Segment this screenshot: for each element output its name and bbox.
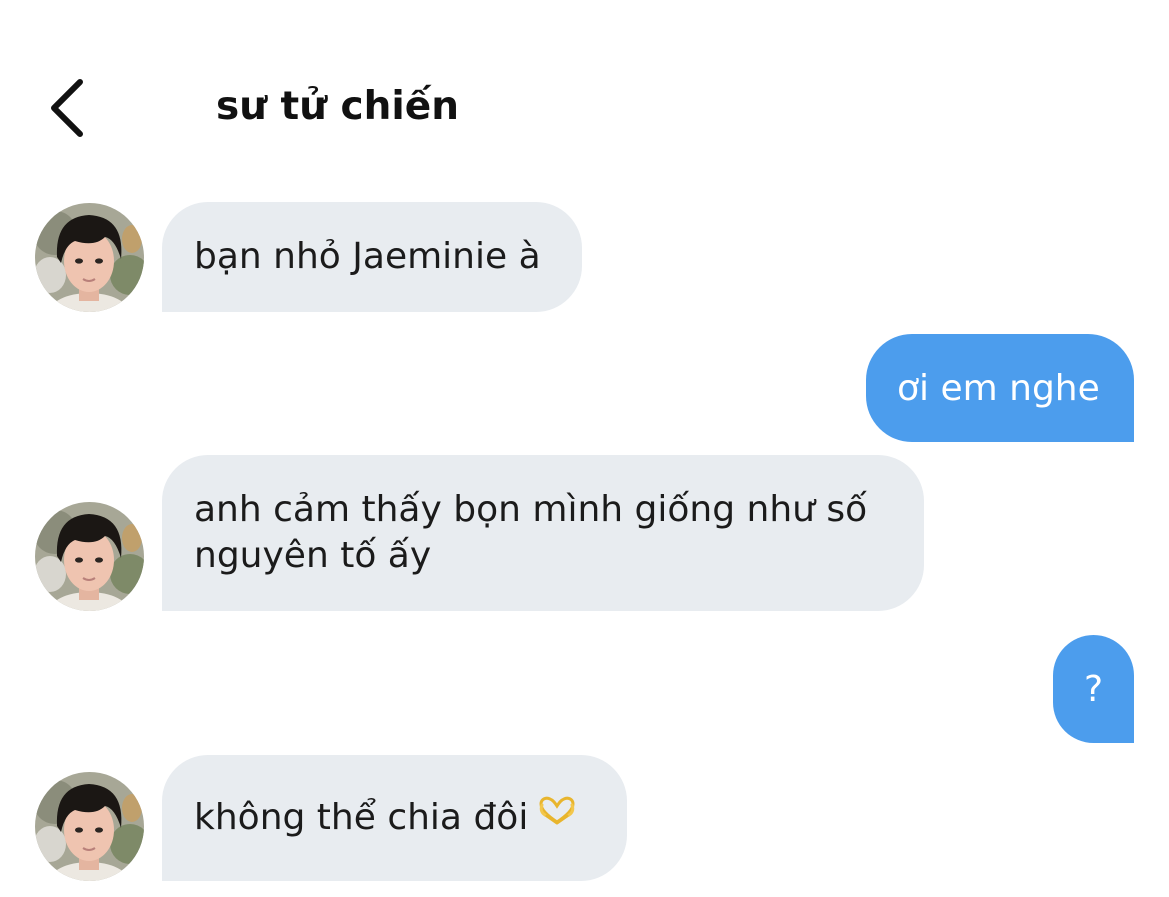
- message-text-line: anh cảm thấy bọn mình giống như số: [194, 489, 868, 530]
- message-row: ơi em nghe: [0, 334, 1169, 442]
- message-text: không thể chia đôi: [194, 797, 529, 838]
- avatar[interactable]: [35, 203, 144, 312]
- message-row: bạn nhỏ Jaeminie à: [0, 202, 1169, 312]
- message-bubble-incoming[interactable]: anh cảm thấy bọn mình giống như số nguyê…: [162, 455, 924, 611]
- avatar[interactable]: [35, 772, 144, 881]
- message-row: không thể chia đôi: [0, 755, 1169, 881]
- chevron-left-icon: [51, 79, 83, 137]
- message-row: ?: [0, 635, 1169, 743]
- message-text: ?: [1083, 669, 1104, 710]
- chat-screen: sư tử chiến bạn nhỏ Jaeminie à ơi em ngh…: [0, 0, 1169, 897]
- back-button[interactable]: [38, 76, 98, 140]
- profile-photo: [35, 502, 144, 611]
- message-bubble-incoming[interactable]: bạn nhỏ Jaeminie à: [162, 202, 582, 312]
- heart-hands-emoji-icon: [538, 792, 576, 838]
- message-text: ơi em nghe: [897, 368, 1100, 409]
- profile-photo: [35, 203, 144, 312]
- message-bubble-outgoing[interactable]: ?: [1053, 635, 1134, 743]
- message-row: anh cảm thấy bọn mình giống như số nguyê…: [0, 455, 1169, 611]
- profile-photo: [35, 772, 144, 881]
- avatar[interactable]: [35, 502, 144, 611]
- message-text: bạn nhỏ Jaeminie à: [194, 236, 541, 277]
- chat-title: sư tử chiến: [216, 84, 460, 129]
- message-text-line: nguyên tố ấy: [194, 535, 432, 576]
- chat-header: sư tử chiến: [0, 60, 1169, 160]
- message-bubble-incoming[interactable]: không thể chia đôi: [162, 755, 627, 881]
- message-bubble-outgoing[interactable]: ơi em nghe: [866, 334, 1134, 442]
- message-text-with-emoji: không thể chia đôi: [194, 795, 595, 841]
